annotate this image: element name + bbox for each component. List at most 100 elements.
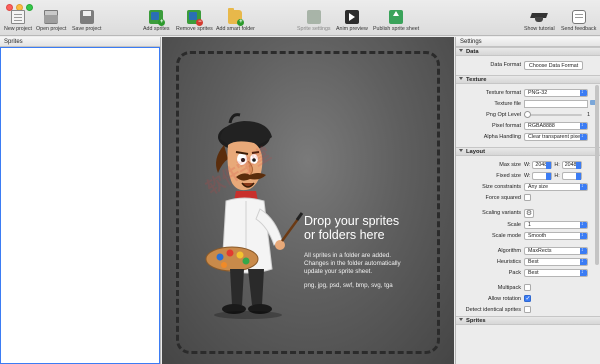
- open-project-button[interactable]: Open project: [36, 10, 66, 32]
- add-smart-folder-label: Add smart folder: [216, 26, 255, 32]
- force-squared-row: Force squared: [456, 193, 600, 204]
- sprite-settings-button[interactable]: Sprite settings: [297, 10, 331, 32]
- drop-title-line1: Drop your sprites: [304, 214, 400, 228]
- save-project-label: Save project: [72, 26, 102, 32]
- send-feedback-button[interactable]: Send feedback: [561, 10, 596, 32]
- allow-rotation-checkbox[interactable]: [524, 295, 531, 302]
- disclosure-triangle-icon: [459, 149, 463, 152]
- data-format-row: Data Format Choose Data Format: [456, 60, 600, 71]
- scaling-variants-gear-button[interactable]: ⚙: [524, 209, 534, 218]
- alpha-handling-select[interactable]: Clear transparent pixels: [524, 133, 588, 141]
- add-sprites-button[interactable]: + Add sprites: [143, 10, 170, 32]
- algorithm-row: Algorithm MaxRects: [456, 246, 600, 257]
- algorithm-label: Algorithm: [497, 248, 521, 254]
- publish-sprite-sheet-button[interactable]: Publish sprite sheet: [373, 10, 419, 32]
- drop-desc-line1: All sprites in a folder are added.: [304, 252, 392, 259]
- png-opt-slider[interactable]: 1: [524, 111, 594, 119]
- layout-section-header[interactable]: Layout: [456, 147, 600, 156]
- png-opt-row: Png Opt Level 1: [456, 110, 600, 121]
- sprite-settings-icon: [306, 10, 321, 24]
- remove-sprites-button[interactable]: − Remove sprites: [176, 10, 213, 32]
- publish-icon: [389, 10, 404, 24]
- pixel-format-label: Pixel format: [491, 123, 521, 129]
- texture-file-row: Texture file: [456, 99, 600, 110]
- settings-panel: Settings Data Data Format Choose Data Fo…: [455, 37, 600, 364]
- heuristics-select[interactable]: Best: [524, 258, 588, 266]
- fixed-size-label: Fixed size: [496, 173, 521, 179]
- settings-scrollbar[interactable]: [595, 85, 599, 265]
- scaling-variants-row: Scaling variants ⚙: [456, 208, 600, 220]
- allow-rotation-row: Allow rotation: [456, 294, 600, 305]
- open-project-label: Open project: [36, 26, 67, 32]
- anim-preview-button[interactable]: Anim preview: [336, 10, 368, 32]
- pixel-format-select[interactable]: RGBA8888: [524, 122, 588, 130]
- tutorial-icon: [531, 10, 547, 24]
- texture-format-select[interactable]: PNG-32: [524, 89, 588, 97]
- add-smart-folder-button[interactable]: + Add smart folder: [216, 8, 255, 32]
- scale-select[interactable]: 1: [524, 221, 588, 229]
- disclosure-triangle-icon: [459, 49, 463, 52]
- choose-data-format-button[interactable]: Choose Data Format: [524, 61, 584, 70]
- texture-section-header[interactable]: Texture: [456, 75, 600, 84]
- fixed-width-select[interactable]: [532, 172, 553, 180]
- algorithm-select[interactable]: MaxRects: [524, 247, 588, 255]
- scale-label: Scale: [507, 222, 521, 228]
- select-arrow-icon: [580, 233, 587, 239]
- force-squared-checkbox[interactable]: [524, 194, 531, 201]
- multipack-checkbox[interactable]: [524, 284, 531, 291]
- max-width-select[interactable]: 2048: [532, 161, 553, 169]
- settings-panel-title: Settings: [456, 37, 600, 47]
- pack-row: Pack Best: [456, 268, 600, 279]
- force-squared-label: Force squared: [485, 195, 521, 201]
- add-sprites-label: Add sprites: [143, 26, 170, 32]
- save-project-button[interactable]: Save project: [72, 10, 101, 32]
- sprites-panel-title: Sprites: [0, 37, 160, 47]
- show-tutorial-button[interactable]: Show tutorial: [524, 10, 555, 32]
- texture-format-label: Texture format: [485, 90, 521, 96]
- max-size-label: Max size: [499, 162, 521, 168]
- detect-identical-checkbox[interactable]: [524, 306, 531, 313]
- size-constraints-label: Size constraints: [482, 184, 521, 190]
- add-smart-folder-icon: +: [228, 8, 245, 26]
- alpha-handling-row: Alpha Handling Clear transparent pixels: [456, 132, 600, 143]
- app-window: New project Open project Save project + …: [0, 0, 600, 364]
- texture-file-field[interactable]: [524, 100, 588, 108]
- slider-knob[interactable]: [524, 111, 531, 118]
- send-feedback-label: Send feedback: [561, 26, 597, 32]
- select-arrow-icon: [580, 123, 587, 129]
- disclosure-triangle-icon: [459, 77, 463, 80]
- size-constraints-select[interactable]: Any size: [524, 183, 588, 191]
- max-height-select[interactable]: 2048: [561, 161, 582, 169]
- data-format-label: Data Format: [490, 62, 521, 68]
- sprites-panel: Sprites: [0, 37, 161, 364]
- new-project-button[interactable]: New project: [4, 10, 32, 32]
- supported-formats: png, jpg, psd, swf, bmp, svg, tga: [304, 282, 393, 289]
- anim-preview-label: Anim preview: [336, 26, 368, 32]
- remove-sprites-label: Remove sprites: [176, 26, 213, 32]
- scale-mode-label: Scale mode: [491, 233, 521, 239]
- sprites-list[interactable]: [0, 47, 160, 364]
- disclosure-triangle-icon: [459, 318, 463, 321]
- anim-preview-icon: [344, 10, 359, 24]
- sprites-section-header[interactable]: Sprites: [456, 316, 600, 325]
- multipack-row: Multipack: [456, 283, 600, 294]
- fixed-size-row: Fixed size W: H:: [456, 171, 600, 182]
- select-arrow-icon: [580, 259, 587, 265]
- alpha-handling-label: Alpha Handling: [483, 134, 521, 140]
- select-arrow-icon: [580, 248, 587, 254]
- show-tutorial-label: Show tutorial: [524, 26, 555, 32]
- sprite-stage[interactable]: Drop your sprites or folders here All sp…: [162, 37, 454, 364]
- size-constraints-row: Size constraints Any size: [456, 182, 600, 193]
- fixed-height-select[interactable]: [561, 172, 582, 180]
- allow-rotation-label: Allow rotation: [487, 296, 521, 302]
- pack-select[interactable]: Best: [524, 269, 588, 277]
- sprite-settings-label: Sprite settings: [297, 26, 331, 32]
- drop-desc-line2: Changes in the folder automatically: [304, 260, 401, 267]
- painter-mascot-illustration: [205, 113, 304, 319]
- drop-description: All sprites in a folder are added. Chang…: [304, 252, 444, 276]
- data-section-header[interactable]: Data: [456, 47, 600, 56]
- select-arrow-icon: [580, 270, 587, 276]
- select-arrow-icon: [580, 184, 587, 190]
- open-project-icon: [44, 10, 59, 24]
- scale-mode-select[interactable]: Smooth: [524, 232, 588, 240]
